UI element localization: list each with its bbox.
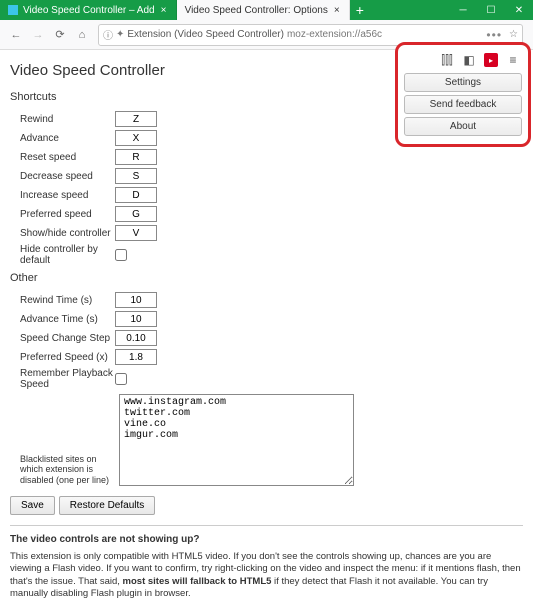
- page-actions-icon[interactable]: •••: [486, 28, 502, 42]
- toggle-label: Show/hide controller: [10, 228, 115, 239]
- popup-feedback-button[interactable]: Send feedback: [404, 95, 522, 114]
- browser-tab-inactive[interactable]: Video Speed Controller – Add ×: [0, 0, 177, 20]
- reset-label: Reset speed: [10, 152, 115, 163]
- info-icon[interactable]: ⓘ: [103, 27, 113, 42]
- divider: [10, 525, 523, 526]
- preferred-label: Preferred speed: [10, 209, 115, 220]
- decrease-key-input[interactable]: [115, 168, 157, 184]
- library-icon[interactable]: ⫿⫿⫿: [438, 51, 456, 69]
- advance-label: Advance: [10, 133, 115, 144]
- extension-popup-highlighted: ⫿⫿⫿ ◧ ▸ ≡ Settings Send feedback About: [395, 42, 531, 147]
- popup-about-button[interactable]: About: [404, 117, 522, 136]
- blacklist-textarea[interactable]: www.instagram.com twitter.com vine.co im…: [119, 394, 354, 486]
- home-button[interactable]: ⌂: [72, 25, 92, 45]
- back-button[interactable]: ←: [6, 25, 26, 45]
- url-prefix: Extension (Video Speed Controller): [127, 29, 284, 40]
- step-input[interactable]: [115, 330, 157, 346]
- restore-defaults-button[interactable]: Restore Defaults: [59, 496, 155, 515]
- popup-settings-button[interactable]: Settings: [404, 73, 522, 92]
- url-path: moz-extension://a56c: [287, 29, 382, 40]
- menu-icon[interactable]: ≡: [504, 51, 522, 69]
- toggle-key-input[interactable]: [115, 225, 157, 241]
- sidebar-icon[interactable]: ◧: [460, 51, 478, 69]
- forward-button: →: [28, 25, 48, 45]
- close-window-button[interactable]: ✕: [505, 0, 533, 20]
- hide-default-label: Hide controller by default: [10, 244, 115, 266]
- browser-toolbar: ← → ⟳ ⌂ ⓘ ✦ Extension (Video Speed Contr…: [0, 20, 533, 50]
- extension-icon: ✦: [116, 29, 124, 40]
- decrease-label: Decrease speed: [10, 171, 115, 182]
- increase-label: Increase speed: [10, 190, 115, 201]
- close-icon[interactable]: ×: [160, 6, 168, 14]
- section-other-heading: Other: [10, 272, 523, 284]
- blacklist-label: Blacklisted sites on which extension is …: [10, 454, 115, 486]
- help-text: This extension is only compatible with H…: [10, 551, 523, 600]
- remember-label: Remember Playback Speed: [10, 368, 115, 390]
- rewind-time-label: Rewind Time (s): [10, 295, 115, 306]
- tab-title: Video Speed Controller: Options: [185, 5, 328, 16]
- tab-title: Video Speed Controller – Add: [23, 5, 155, 16]
- help-text-bold: most sites will fallback to HTML5: [123, 576, 272, 587]
- advance-key-input[interactable]: [115, 130, 157, 146]
- reset-key-input[interactable]: [115, 149, 157, 165]
- close-icon[interactable]: ×: [333, 6, 341, 14]
- preferred-key-input[interactable]: [115, 206, 157, 222]
- pref-speed-label: Preferred Speed (x): [10, 352, 115, 363]
- minimize-button[interactable]: ─: [449, 0, 477, 20]
- save-button[interactable]: Save: [10, 496, 55, 515]
- extension-badge-icon[interactable]: ▸: [482, 51, 500, 69]
- rewind-label: Rewind: [10, 114, 115, 125]
- pref-speed-input[interactable]: [115, 349, 157, 365]
- reload-button[interactable]: ⟳: [50, 25, 70, 45]
- tab-favicon: [8, 5, 18, 15]
- rewind-time-input[interactable]: [115, 292, 157, 308]
- browser-tab-active[interactable]: Video Speed Controller: Options ×: [177, 0, 350, 20]
- rewind-key-input[interactable]: [115, 111, 157, 127]
- increase-key-input[interactable]: [115, 187, 157, 203]
- help-title: The video controls are not showing up?: [10, 534, 523, 545]
- new-tab-button[interactable]: +: [350, 0, 370, 20]
- maximize-button[interactable]: ☐: [477, 0, 505, 20]
- window-titlebar: Video Speed Controller – Add × Video Spe…: [0, 0, 533, 20]
- remember-checkbox[interactable]: [115, 373, 127, 385]
- advance-time-label: Advance Time (s): [10, 314, 115, 325]
- hide-default-checkbox[interactable]: [115, 249, 127, 261]
- bookmark-star-icon[interactable]: ☆: [509, 29, 518, 40]
- advance-time-input[interactable]: [115, 311, 157, 327]
- step-label: Speed Change Step: [10, 333, 115, 344]
